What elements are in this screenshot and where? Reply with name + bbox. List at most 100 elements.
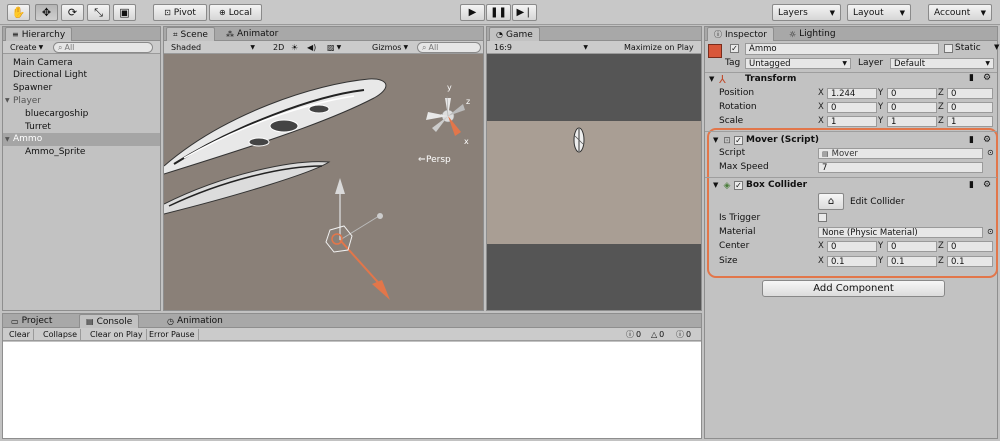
tab-project[interactable]: ▭ Project <box>5 314 58 328</box>
mover-enabled-checkbox[interactable]: ✓ <box>734 136 743 145</box>
foldout-arrow-icon[interactable]: ▼ <box>713 181 718 189</box>
pause-button[interactable]: ❚❚ <box>486 4 511 21</box>
box-collider-title: Box Collider <box>746 180 808 190</box>
foldout-arrow-icon[interactable]: ▼ <box>5 97 10 104</box>
move-tool-button[interactable]: ✥ <box>35 4 58 21</box>
layers-dropdown[interactable]: Layers ▼ <box>772 4 841 21</box>
material-field[interactable]: None (Physic Material) <box>818 227 983 238</box>
gizmos-dropdown[interactable]: Gizmos ▼ <box>369 42 411 53</box>
hierarchy-item[interactable]: Spawner <box>3 82 160 95</box>
aspect-dropdown[interactable]: 16:9 ▼ <box>491 42 591 53</box>
hierarchy-item[interactable]: Ammo_Sprite <box>3 146 160 159</box>
transform-rotation-y-field[interactable]: 0 <box>887 102 937 113</box>
console-clear-button[interactable]: Clear <box>6 329 34 340</box>
maxspeed-field[interactable]: 7 <box>818 162 983 173</box>
is-trigger-checkbox[interactable] <box>818 213 827 222</box>
static-checkbox[interactable] <box>944 44 953 53</box>
scale-tool-button[interactable]: ⤡ <box>87 4 110 21</box>
hierarchy-item[interactable]: Directional Light <box>3 69 160 82</box>
warning-count-value: 0 <box>659 330 665 339</box>
add-component-button[interactable]: Add Component <box>762 280 945 297</box>
hierarchy-item-label: Spawner <box>13 83 53 94</box>
tab-lighting[interactable]: ☼ Lighting <box>783 27 842 41</box>
tag-dropdown[interactable]: Untagged ▼ <box>745 58 851 69</box>
tab-hierarchy[interactable]: ≡ Hierarchy <box>5 27 73 41</box>
step-button[interactable]: ▶❘ <box>512 4 537 21</box>
gear-icon[interactable]: ⚙ <box>983 180 991 190</box>
hierarchy-search-input[interactable]: ⌕ All <box>53 42 153 53</box>
tab-animator[interactable]: ⁂ Animator <box>220 27 284 41</box>
transform-position-z-field[interactable]: 0 <box>947 88 993 99</box>
collider-center-z-field[interactable]: 0 <box>947 241 993 252</box>
shaded-label: Shaded <box>171 43 202 52</box>
tab-scene[interactable]: ⌗ Scene <box>166 27 215 41</box>
grid-icon: ⌗ <box>173 29 178 39</box>
rect-tool-button[interactable]: ▣ <box>113 4 136 21</box>
collider-center-x-field[interactable]: 0 <box>827 241 877 252</box>
tab-game[interactable]: ◔ Game <box>489 27 540 41</box>
hand-icon: ✋ <box>11 6 26 19</box>
object-picker-icon[interactable]: ⊙ <box>987 148 994 157</box>
edit-collider-button[interactable]: ⌂ <box>818 193 844 210</box>
tab-inspector[interactable]: ⓘ Inspector <box>707 27 774 41</box>
scene-viewport[interactable]: y z x Persp ⇐ <box>164 54 483 310</box>
transform-rotation-x-field[interactable]: 0 <box>827 102 877 113</box>
transform-position-x-field[interactable]: 1.244 <box>827 88 877 99</box>
audio-toggle[interactable]: ◀) <box>304 42 319 53</box>
foldout-arrow-icon[interactable]: ▼ <box>713 136 718 144</box>
hierarchy-item[interactable]: bluecargoship <box>3 107 160 120</box>
script-field[interactable]: ▤ Mover <box>818 148 983 159</box>
collider-size-x-field[interactable]: 0.1 <box>827 256 877 267</box>
collider-size-z-field[interactable]: 0.1 <box>947 256 993 267</box>
pivot-button[interactable]: ⊡ Pivot <box>153 4 207 21</box>
account-dropdown[interactable]: Account ▼ <box>928 4 992 21</box>
rotate-tool-button[interactable]: ⟳ <box>61 4 84 21</box>
transform-scale-z-field[interactable]: 1 <box>947 116 993 127</box>
info-count-value: 0 <box>636 330 642 339</box>
help-book-icon[interactable]: ▮ <box>969 135 974 145</box>
lighting-toggle[interactable]: ☀ <box>288 42 301 53</box>
2d-toggle[interactable]: 2D <box>270 42 287 53</box>
tab-console[interactable]: ▤ Console <box>79 314 140 328</box>
error-count[interactable]: ⓘ 0 <box>673 329 694 340</box>
hand-tool-button[interactable]: ✋ <box>7 4 30 21</box>
layer-dropdown[interactable]: Default ▼ <box>890 58 994 69</box>
collider-size-y-field[interactable]: 0.1 <box>887 256 937 267</box>
console-collapse-button[interactable]: Collapse <box>40 329 81 340</box>
foldout-arrow-icon[interactable]: ▼ <box>709 75 714 83</box>
maximize-on-play-toggle[interactable]: Maximize on Play <box>621 42 697 53</box>
create-label: Create <box>10 43 37 52</box>
hierarchy-item[interactable]: Main Camera <box>3 56 160 69</box>
hierarchy-item-label: Player <box>13 95 42 106</box>
gear-icon[interactable]: ⚙ <box>983 135 991 145</box>
info-count[interactable]: ⓘ 0 <box>623 329 644 340</box>
object-picker-icon[interactable]: ⊙ <box>987 227 994 236</box>
console-clear-on-play-button[interactable]: Clear on Play <box>87 329 147 340</box>
chevron-down-icon[interactable]: ▼ <box>994 43 999 51</box>
transform-rotation-z-field[interactable]: 0 <box>947 102 993 113</box>
hierarchy-item[interactable]: ▼ Player <box>3 94 160 107</box>
transform-position-y-field[interactable]: 0 <box>887 88 937 99</box>
effects-dropdown[interactable]: ▨ ▼ <box>324 42 344 53</box>
warning-count[interactable]: △ 0 <box>648 329 667 340</box>
gear-icon[interactable]: ⚙ <box>983 73 991 83</box>
box-collider-enabled-checkbox[interactable]: ✓ <box>734 181 743 190</box>
help-book-icon[interactable]: ▮ <box>969 180 974 190</box>
transform-scale-x-field[interactable]: 1 <box>827 116 877 127</box>
active-checkbox[interactable]: ✓ <box>730 44 739 53</box>
create-button[interactable]: Create ▼ <box>7 42 46 53</box>
collider-center-y-field[interactable]: 0 <box>887 241 937 252</box>
play-button[interactable]: ▶ <box>460 4 485 21</box>
console-error-pause-button[interactable]: Error Pause <box>146 329 199 340</box>
hierarchy-item[interactable]: Turret <box>3 120 160 133</box>
foldout-arrow-icon[interactable]: ▼ <box>5 136 10 143</box>
tab-animation[interactable]: ◷ Animation <box>161 314 229 328</box>
transform-scale-y-field[interactable]: 1 <box>887 116 937 127</box>
hierarchy-item[interactable]: ▼ Ammo <box>3 132 160 146</box>
layout-dropdown[interactable]: Layout ▼ <box>847 4 911 21</box>
shading-mode-dropdown[interactable]: Shaded ▼ <box>168 42 258 53</box>
local-button[interactable]: ⊕ Local <box>209 4 262 21</box>
object-name-field[interactable]: Ammo <box>745 43 939 55</box>
scene-search-input[interactable]: ⌕ All <box>417 42 481 53</box>
help-book-icon[interactable]: ▮ <box>969 73 974 83</box>
